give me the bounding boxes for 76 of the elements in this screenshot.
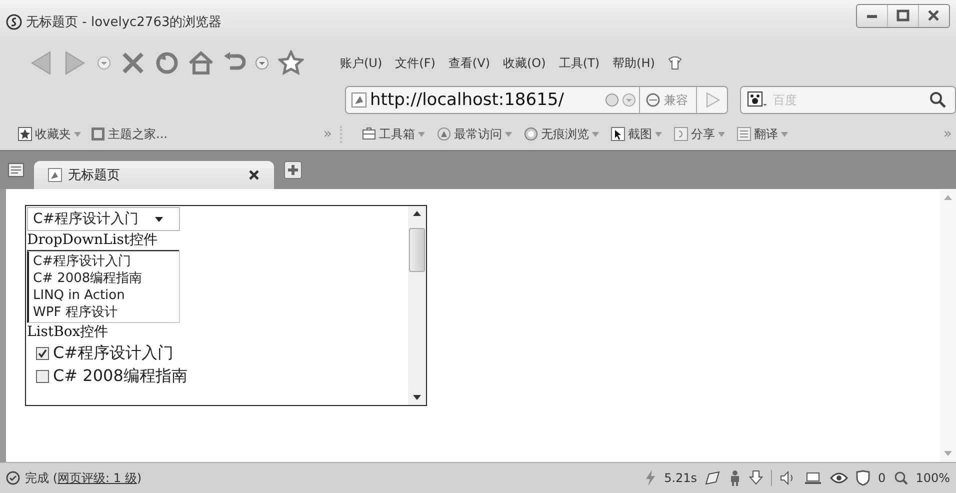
refresh-icon[interactable] (154, 50, 180, 76)
paw-icon[interactable] (747, 91, 767, 109)
shirt-icon[interactable] (668, 56, 682, 70)
toolbar-item[interactable]: 最常访问 (437, 126, 512, 142)
toolbar-item[interactable]: 分享 (674, 126, 725, 142)
toolbar-item[interactable]: 截图 (611, 126, 662, 142)
caret-icon[interactable] (781, 132, 788, 136)
caret-icon[interactable] (505, 132, 512, 136)
menu-item[interactable]: 文件(F) (395, 54, 436, 72)
toolbar-item[interactable]: 工具箱 (362, 126, 425, 142)
checkbox-label[interactable]: C#程序设计入门 (53, 343, 174, 364)
search-field[interactable]: 百度 (771, 92, 925, 108)
caret-icon[interactable] (74, 132, 81, 136)
checkbox-label[interactable]: C# 2008编程指南 (53, 366, 188, 387)
menu-item[interactable]: 查看(V) (448, 54, 490, 72)
home-icon[interactable] (188, 50, 214, 76)
bookmark-item[interactable]: 主题之家... (91, 126, 168, 142)
status-text: 完成 (网页评级: 1 级) (25, 470, 142, 486)
address-bar[interactable]: http://localhost:18615/ 兼容 (345, 86, 728, 114)
cursor-icon (611, 127, 625, 141)
star-icon (18, 127, 32, 141)
compat-label: 兼容 (664, 92, 688, 108)
caret-icon[interactable] (592, 132, 599, 136)
close-icon[interactable] (248, 169, 260, 181)
shield-icon[interactable] (856, 470, 870, 486)
control-label: ListBox控件 (27, 323, 110, 342)
toolbox-icon (362, 127, 376, 141)
dropdown-icon[interactable] (254, 55, 270, 71)
list-item[interactable]: C# 2008编程指南 (33, 270, 175, 287)
list-item[interactable]: C#程序设计入门 (33, 253, 175, 270)
new-tab-icon[interactable] (284, 161, 302, 179)
star-icon[interactable] (278, 50, 304, 76)
caret-icon[interactable] (718, 132, 725, 136)
checkbox[interactable] (36, 347, 49, 360)
rating-link[interactable]: 网页评级: 1 级 (58, 470, 137, 484)
dropdown-list[interactable]: C#程序设计入门 (27, 207, 180, 231)
search-icon[interactable] (929, 91, 947, 109)
load-time: 5.21s (664, 471, 698, 485)
dropdown-icon[interactable] (96, 55, 112, 71)
menu-item[interactable]: 工具(T) (558, 54, 600, 72)
list-item[interactable]: WPF 程序设计 (33, 304, 175, 321)
dropdown-icon[interactable] (622, 93, 636, 107)
tab-list-icon[interactable] (8, 162, 24, 178)
list-item[interactable]: LINQ in Action (33, 287, 175, 304)
menu-item[interactable]: 帮助(H) (612, 54, 655, 72)
search-box[interactable]: 百度 (740, 86, 956, 114)
person-icon[interactable] (729, 470, 742, 486)
browser-tab[interactable]: 无标题页 (34, 161, 274, 189)
toolbar-item[interactable]: 翻译 (737, 126, 788, 142)
page-icon (351, 92, 367, 108)
zoom-icon[interactable] (894, 471, 908, 485)
checkbox[interactable] (36, 370, 49, 383)
scroll-up-icon[interactable] (413, 211, 421, 216)
caret-icon[interactable] (418, 132, 425, 136)
url-text: http://localhost:18615/ (370, 90, 565, 110)
blocked-count: 0 (878, 471, 886, 485)
scroll-down-icon[interactable] (413, 395, 421, 400)
toolbar-item[interactable]: 无痕浏览 (524, 126, 599, 142)
download-icon[interactable] (749, 470, 764, 486)
scroll-thumb[interactable] (409, 228, 425, 272)
caret-icon[interactable] (655, 132, 662, 136)
menu-item[interactable]: 收藏(O) (503, 54, 546, 72)
window-title: 无标题页 - lovelyc2763的浏览器 (26, 14, 223, 31)
bookmark-item[interactable]: 收藏夹 (18, 126, 81, 142)
laptop-icon[interactable] (804, 471, 822, 485)
stop-icon[interactable] (120, 50, 146, 76)
pen-icon[interactable] (705, 471, 722, 485)
done-icon (6, 471, 20, 485)
caret-icon (154, 216, 163, 222)
zoom-level[interactable]: 100% (916, 471, 950, 485)
menu-item[interactable]: 账户(U) (340, 54, 382, 72)
page-icon (48, 168, 62, 182)
lightning-icon (644, 470, 656, 486)
scrollbar[interactable] (408, 206, 426, 405)
browser-logo-icon (6, 14, 22, 30)
control-label: DropDownList控件 (27, 231, 179, 251)
